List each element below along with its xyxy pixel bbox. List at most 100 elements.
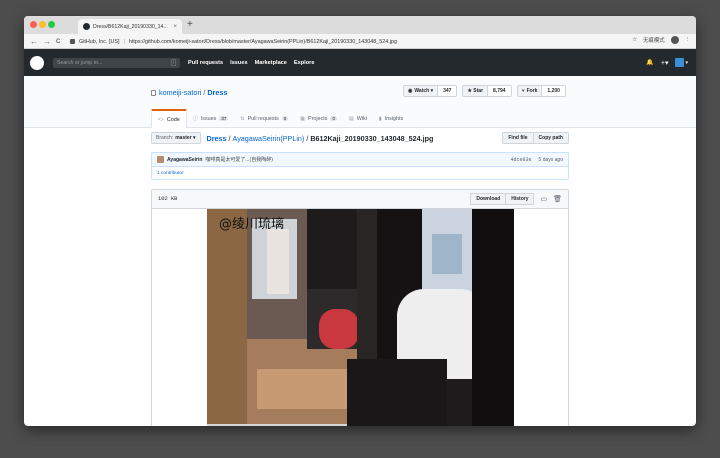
tab-wiki[interactable]: ▤ Wiki	[343, 109, 373, 128]
search-shortcut-badge: /	[170, 59, 176, 66]
repo-header: komeiji-satori / Dress ◉ Watch ▾ 347 ★ St…	[24, 76, 696, 128]
branch-label: Branch:	[156, 135, 174, 141]
photo-region	[267, 229, 289, 294]
nav-marketplace[interactable]: Marketplace	[255, 60, 287, 66]
image-watermark: @绫川琉璃	[219, 217, 285, 232]
file-content: Branch: master ▾ Dress / AyagawaSeirin(P…	[151, 131, 569, 426]
github-header: Search or jump to... / Pull requests Iss…	[24, 49, 696, 76]
tab-insights[interactable]: ▮ Insights	[373, 109, 409, 128]
fork-icon: ⑂	[521, 88, 525, 94]
create-new-plus-icon[interactable]: +▾	[661, 59, 669, 67]
issue-icon: ⓘ	[192, 116, 198, 122]
user-menu[interactable]: ▾	[675, 58, 688, 67]
breadcrumb-current-file: B612Kaji_20190330_143048_524.jpg	[310, 133, 434, 143]
nav-explore[interactable]: Explore	[294, 60, 315, 66]
bookmark-star-icon[interactable]: ☆	[632, 37, 637, 43]
url-input[interactable]: GitHub, Inc. [US] | https://github.com/k…	[70, 36, 630, 47]
forward-button[interactable]: →	[43, 36, 51, 47]
latest-commit-row: AyagawaSeirin 咖啡真是太可爱了...(自我陶醉) 4dce83e …	[152, 153, 568, 167]
download-button[interactable]: Download	[470, 193, 507, 205]
find-file-button[interactable]: Find file	[502, 132, 534, 144]
watch-button[interactable]: ◉ Watch ▾	[404, 86, 439, 96]
repo-actions: ◉ Watch ▾ 347 ★ Star 8,794 ⑂ Fork 1,200	[403, 85, 566, 97]
commit-time: 5 days ago	[538, 156, 563, 163]
copy-path-button[interactable]: Copy path	[533, 132, 569, 144]
reload-button[interactable]: C	[56, 37, 60, 48]
search-input[interactable]: Search or jump to... /	[53, 57, 180, 68]
watch-count[interactable]: 347	[438, 86, 457, 96]
minimize-window-button[interactable]	[39, 21, 46, 28]
tab-pull-requests[interactable]: ⇅ Pull requests 0	[234, 109, 294, 128]
repo-owner-link[interactable]: komeiji-satori	[159, 88, 201, 97]
lock-icon	[70, 39, 75, 44]
notification-bell-icon[interactable]: 🔔	[646, 59, 653, 66]
tab-label: Issues	[200, 115, 217, 122]
tab-projects[interactable]: ▦ Projects 0	[294, 109, 343, 128]
address-bar-actions: ☆ 无痕模式 ⋮	[632, 36, 690, 44]
commit-message[interactable]: 咖啡真是太可爱了...(自我陶醉)	[205, 156, 273, 163]
breadcrumb-dir-link[interactable]: AyagawaSeirin(PPLin)	[233, 134, 305, 143]
tab-close-icon[interactable]: ×	[173, 24, 177, 30]
photo-region	[432, 234, 462, 274]
commit-author-link[interactable]: AyagawaSeirin	[167, 157, 202, 163]
avatar[interactable]	[157, 156, 164, 163]
tab-title: Dress/B612Kaji_20190330_14...	[93, 23, 168, 30]
maximize-window-button[interactable]	[48, 21, 55, 28]
tab-issues[interactable]: ⓘ Issues 37	[187, 109, 235, 128]
url-separator: |	[123, 38, 125, 45]
search-placeholder: Search or jump to...	[57, 59, 103, 66]
site-identity: GitHub, Inc. [US]	[79, 38, 120, 45]
trash-icon[interactable]: 🗑	[553, 195, 562, 203]
commit-tease: AyagawaSeirin 咖啡真是太可爱了...(自我陶醉) 4dce83e …	[151, 152, 569, 180]
contributors-row: 1 contributor	[152, 167, 568, 179]
close-window-button[interactable]	[30, 21, 37, 28]
repo-title: komeiji-satori / Dress	[151, 88, 227, 97]
fork-count[interactable]: 1,200	[542, 86, 565, 96]
desktop-icon[interactable]: ▭	[540, 195, 547, 203]
tab-label: Projects	[307, 115, 328, 122]
fork-label: Fork	[526, 88, 538, 94]
commit-sha-link[interactable]: 4dce83e	[511, 157, 532, 163]
tab-label: Code	[166, 116, 180, 123]
browser-window: Dress/B612Kaji_20190330_14... × + ← → C …	[24, 16, 696, 426]
repo-nav: <> Code ⓘ Issues 37 ⇅ Pull requests 0 ▦ …	[151, 109, 409, 128]
project-icon: ▦	[300, 115, 305, 122]
breadcrumb-repo-link[interactable]: Dress	[207, 134, 227, 143]
star-button[interactable]: ★ Star	[463, 86, 489, 96]
file-header: 102 KB Download History ▭ 🗑	[152, 190, 568, 209]
tab-label: Pull requests	[247, 115, 279, 122]
branch-select[interactable]: Branch: master ▾	[151, 132, 201, 144]
projects-counter: 0	[330, 116, 337, 121]
watch-label: Watch ▾	[414, 88, 434, 94]
graph-icon: ▮	[378, 115, 382, 122]
back-button[interactable]: ←	[30, 36, 38, 47]
repo-icon	[151, 89, 156, 96]
address-bar: ← → C GitHub, Inc. [US] | https://github…	[24, 34, 696, 49]
github-logo-icon[interactable]	[30, 55, 44, 70]
browser-menu-icon[interactable]: ⋮	[685, 37, 690, 43]
new-tab-button[interactable]: +	[187, 19, 193, 31]
file-path-row: Branch: master ▾ Dress / AyagawaSeirin(P…	[151, 131, 569, 145]
fork-button[interactable]: ⑂ Fork	[517, 86, 543, 96]
history-button[interactable]: History	[506, 193, 535, 205]
nav-issues[interactable]: Issues	[230, 60, 247, 66]
nav-pull-requests[interactable]: Pull requests	[188, 60, 223, 66]
incognito-icon[interactable]	[670, 36, 679, 44]
file-size: 102 KB	[158, 196, 178, 202]
path-buttons: Find file Copy path	[502, 132, 569, 144]
image-preview: @绫川琉璃	[207, 209, 514, 426]
breadcrumb: Dress / AyagawaSeirin(PPLin) / B612Kaji_…	[207, 134, 434, 143]
star-count[interactable]: 8,794	[488, 86, 511, 96]
book-icon: ▤	[348, 115, 354, 122]
pull-request-icon: ⇅	[240, 115, 245, 122]
header-right: 🔔 +▾ ▾	[646, 58, 688, 67]
browser-tab[interactable]: Dress/B612Kaji_20190330_14... ×	[78, 19, 182, 34]
photo-region	[257, 369, 357, 409]
contributors-link[interactable]: 1 contributor	[157, 171, 184, 176]
tab-code[interactable]: <> Code	[151, 109, 187, 128]
breadcrumb-separator: /	[306, 133, 309, 143]
user-menu-caret-icon: ▾	[685, 59, 688, 66]
github-favicon-icon	[83, 23, 90, 30]
repo-name-link[interactable]: Dress	[207, 88, 227, 97]
photo-region	[472, 209, 514, 426]
